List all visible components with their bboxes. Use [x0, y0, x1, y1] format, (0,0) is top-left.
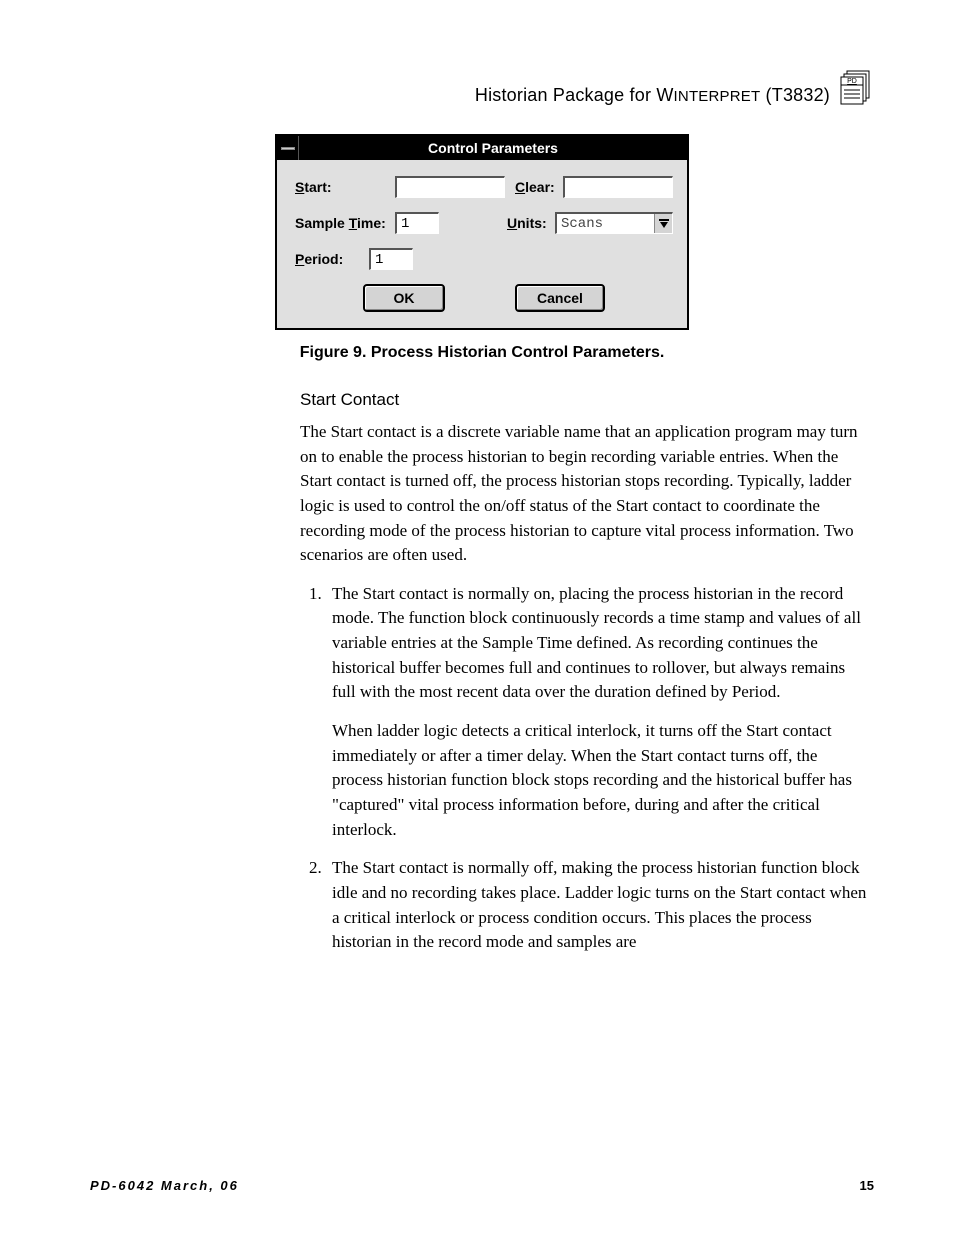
page-header: Historian Package for WINTERPRET (T3832)… — [90, 70, 874, 106]
start-input[interactable] — [395, 176, 505, 198]
section-heading: Start Contact — [300, 390, 870, 410]
units-label: Units: — [507, 215, 555, 231]
page-number: 15 — [860, 1178, 874, 1193]
page-footer: PD-6042 March, 06 15 — [90, 1178, 874, 1193]
pd-document-icon: PD — [838, 70, 874, 106]
units-value: Scans — [557, 214, 654, 233]
page: Historian Package for WINTERPRET (T3832)… — [0, 0, 954, 1235]
pd-icon-label: PD — [847, 78, 857, 85]
intro-paragraph: The Start contact is a discrete variable… — [300, 420, 870, 568]
control-parameters-dialog: Control Parameters Start: Clear: Sample … — [275, 134, 689, 330]
period-input[interactable]: 1 — [369, 248, 413, 270]
ok-button[interactable]: OK — [363, 284, 445, 312]
dropdown-arrow-icon[interactable] — [654, 214, 672, 233]
dialog-body: Start: Clear: Sample Time: 1 Units: Scan… — [277, 160, 687, 328]
clear-label: Clear: — [515, 179, 563, 195]
start-label: Start: — [295, 179, 395, 195]
list-paragraph: The Start contact is normally off, makin… — [332, 856, 870, 955]
list-paragraph: When ladder logic detects a critical int… — [332, 719, 870, 842]
list-item: The Start contact is normally on, placin… — [326, 582, 870, 842]
scenario-list: The Start contact is normally on, placin… — [300, 582, 870, 955]
clear-input[interactable] — [563, 176, 673, 198]
system-menu-icon[interactable] — [277, 136, 299, 160]
dialog-title: Control Parameters — [299, 140, 687, 156]
cancel-button[interactable]: Cancel — [515, 284, 605, 312]
header-text: Historian Package for WINTERPRET (T3832) — [475, 85, 830, 106]
list-paragraph: The Start contact is normally on, placin… — [332, 582, 870, 705]
list-item: The Start contact is normally off, makin… — [326, 856, 870, 955]
sample-time-input[interactable]: 1 — [395, 212, 439, 234]
sample-time-label: Sample Time: — [295, 215, 395, 231]
footer-doc-id: PD-6042 March, 06 — [90, 1178, 239, 1193]
period-label: Period: — [295, 251, 369, 267]
figure-caption: Figure 9. Process Historian Control Para… — [90, 344, 874, 362]
dialog-titlebar: Control Parameters — [277, 136, 687, 160]
units-dropdown[interactable]: Scans — [555, 212, 673, 234]
body-content: Start Contact The Start contact is a dis… — [300, 390, 870, 955]
